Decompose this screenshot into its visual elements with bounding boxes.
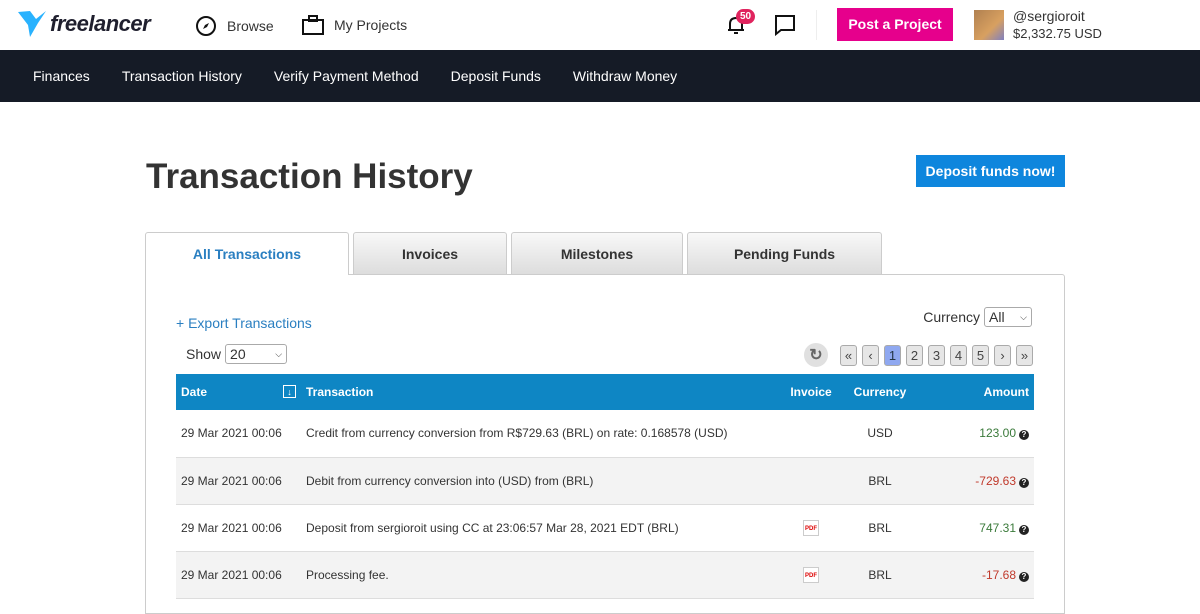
header-invoice: Invoice — [776, 374, 846, 410]
date-cell: 29 Mar 2021 00:06 — [176, 504, 301, 552]
tabs: All Transactions Invoices Milestones Pen… — [145, 232, 886, 275]
page-title: Transaction History — [146, 157, 473, 196]
page-prev[interactable]: ‹ — [862, 344, 879, 366]
help-icon[interactable]: ? — [1019, 477, 1029, 488]
invoice-cell — [776, 410, 846, 458]
avatar[interactable] — [974, 10, 1004, 40]
logo-text: freelancer — [50, 11, 151, 36]
amount-value: -17.68 — [981, 567, 1016, 582]
amount-value: -729.63 — [975, 473, 1016, 488]
amount-value: 123.00 — [979, 426, 1016, 441]
nav-withdraw-money[interactable]: Withdraw Money — [573, 68, 677, 84]
show-select[interactable]: 20 ⌵ — [225, 344, 288, 364]
nav-deposit-funds[interactable]: Deposit Funds — [451, 68, 541, 84]
page-2[interactable]: 2 — [906, 344, 923, 366]
date-cell: 29 Mar 2021 00:06 — [176, 551, 301, 599]
tab-pending-funds[interactable]: Pending Funds — [687, 232, 882, 274]
table-row: 29 Mar 2021 00:06 Debit from currency co… — [176, 457, 1034, 505]
show-filter: Show 20 ⌵ — [186, 344, 288, 364]
amount-value: 747.31 — [979, 520, 1016, 535]
transactions-panel: + Export Transactions Currency All ⌵ Show… — [145, 274, 1065, 614]
page-1[interactable]: 1 — [884, 344, 901, 366]
user-info[interactable]: @sergioroit $2,332.75 USD — [1013, 7, 1102, 43]
transactions-table: Date ↓ Transaction Invoice Currency Amoun… — [176, 374, 1034, 599]
account-balance: $2,332.75 USD — [1013, 26, 1102, 41]
pagination: ↻ « ‹ 1 2 3 4 5 › » — [804, 343, 1033, 367]
amount-cell: -17.68? — [914, 551, 1034, 599]
page-5[interactable]: 5 — [972, 344, 989, 366]
currency-value: All — [989, 309, 1005, 325]
pdf-icon[interactable]: PDF — [803, 567, 819, 583]
nav-finances[interactable]: Finances — [33, 68, 90, 84]
currency-label: Currency — [923, 309, 980, 325]
currency-cell: BRL — [846, 551, 914, 599]
chevron-down-icon: ⌵ — [275, 348, 283, 359]
refresh-icon[interactable]: ↻ — [804, 343, 828, 367]
tab-milestones[interactable]: Milestones — [511, 232, 683, 274]
amount-cell: 747.31? — [914, 504, 1034, 552]
table-row: 29 Mar 2021 00:06 Processing fee. PDF BR… — [176, 551, 1034, 599]
export-transactions-link[interactable]: + Export Transactions — [176, 315, 312, 331]
table-row: 29 Mar 2021 00:06 Credit from currency c… — [176, 410, 1034, 458]
my-projects-link[interactable]: My Projects — [302, 15, 407, 35]
bird-logo-icon — [18, 11, 46, 37]
page-last[interactable]: » — [1016, 344, 1033, 366]
page-3[interactable]: 3 — [928, 344, 945, 366]
tab-all-transactions[interactable]: All Transactions — [145, 232, 349, 275]
username: @sergioroit — [1013, 8, 1085, 24]
nav-verify-payment[interactable]: Verify Payment Method — [274, 68, 419, 84]
page-first[interactable]: « — [840, 344, 857, 366]
tab-invoices[interactable]: Invoices — [353, 232, 507, 274]
chevron-down-icon: ⌵ — [1020, 311, 1027, 322]
header-transaction: Transaction — [301, 374, 776, 410]
header-date[interactable]: Date ↓ — [176, 374, 301, 410]
date-cell: 29 Mar 2021 00:06 — [176, 457, 301, 505]
transaction-cell: Deposit from sergioroit using CC at 23:0… — [301, 504, 776, 552]
show-value: 20 — [230, 346, 246, 362]
divider — [816, 10, 817, 40]
freelancer-logo[interactable]: freelancer — [18, 9, 151, 39]
currency-cell: BRL — [846, 457, 914, 505]
date-cell: 29 Mar 2021 00:06 — [176, 410, 301, 458]
post-project-button[interactable]: Post a Project — [837, 8, 953, 41]
top-header: freelancer Browse My Projects 50 Post a … — [0, 0, 1200, 50]
currency-select[interactable]: All ⌵ — [984, 307, 1032, 327]
invoice-cell: PDF — [776, 504, 846, 552]
currency-filter: Currency All ⌵ — [923, 307, 1032, 327]
nav-transaction-history[interactable]: Transaction History — [122, 68, 242, 84]
transaction-cell: Processing fee. — [301, 551, 776, 599]
amount-cell: 123.00? — [914, 410, 1034, 458]
notification-badge: 50 — [736, 9, 756, 24]
amount-cell: -729.63? — [914, 457, 1034, 505]
currency-cell: USD — [846, 410, 914, 458]
page-next[interactable]: › — [994, 344, 1011, 366]
browse-label: Browse — [227, 18, 274, 34]
header-currency: Currency — [846, 374, 914, 410]
sort-down-icon[interactable]: ↓ — [283, 385, 296, 398]
table-row: 29 Mar 2021 00:06 Deposit from sergioroi… — [176, 504, 1034, 552]
invoice-cell: PDF — [776, 551, 846, 599]
pdf-icon[interactable]: PDF — [803, 520, 819, 536]
currency-cell: BRL — [846, 504, 914, 552]
header-amount[interactable]: Amount — [914, 374, 1034, 410]
transaction-cell: Debit from currency conversion into (USD… — [301, 457, 776, 505]
deposit-funds-button[interactable]: Deposit funds now! — [916, 155, 1065, 187]
finance-nav: Finances Transaction History Verify Paym… — [0, 50, 1200, 102]
page-4[interactable]: 4 — [950, 344, 967, 366]
help-icon[interactable]: ? — [1019, 571, 1029, 582]
help-icon[interactable]: ? — [1019, 524, 1029, 535]
browse-link[interactable]: Browse — [195, 15, 274, 37]
header-label: Date — [181, 385, 208, 399]
invoice-cell — [776, 457, 846, 505]
transaction-cell: Credit from currency conversion from R$7… — [301, 410, 776, 458]
chat-icon[interactable] — [774, 14, 796, 36]
briefcase-icon — [302, 15, 324, 35]
compass-icon — [196, 16, 216, 36]
my-projects-label: My Projects — [334, 17, 408, 33]
help-icon[interactable]: ? — [1019, 430, 1029, 441]
show-label: Show — [186, 346, 222, 362]
